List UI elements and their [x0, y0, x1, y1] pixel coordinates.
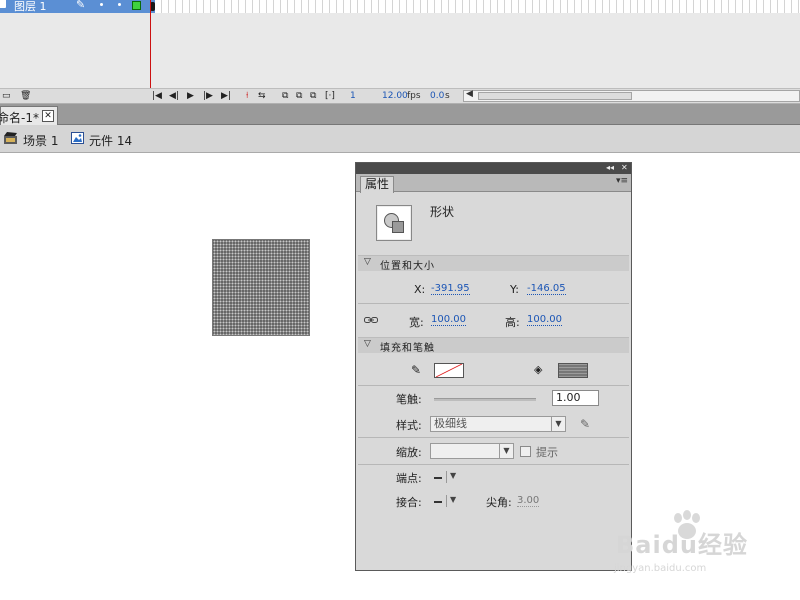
step-forward-icon[interactable]: |▶ — [203, 91, 213, 102]
stroke-width-slider[interactable] — [434, 398, 536, 401]
chevron-down-icon[interactable]: ▼ — [551, 417, 565, 431]
panel-title-bar[interactable]: ◂◂ ✕ — [356, 163, 631, 174]
breadcrumb-symbol[interactable]: 元件 14 — [89, 132, 132, 149]
join-label: 接合: — [396, 496, 422, 509]
onion-skin-icon[interactable]: ⧉ — [282, 91, 288, 102]
watermark: Baidu经验 jingyan.baidu.com — [612, 510, 782, 580]
style-label: 样式: — [396, 419, 422, 432]
fill-color-swatch[interactable] — [558, 363, 588, 378]
y-value[interactable]: -146.05 — [527, 283, 566, 295]
section-title: 位置和大小 — [380, 261, 435, 272]
edit-multiple-icon[interactable]: ⧉ — [310, 91, 316, 102]
watermark-url: jingyan.baidu.com — [614, 563, 707, 574]
frame-strip[interactable] — [150, 0, 800, 13]
divider — [358, 464, 629, 465]
stroke-color-swatch[interactable] — [434, 363, 464, 378]
scale-select[interactable]: ▼ — [430, 443, 514, 459]
join-style-select[interactable]: ▼ — [434, 494, 464, 508]
instance-type-label: 形状 — [430, 205, 455, 219]
lock-dot-icon[interactable] — [118, 3, 121, 6]
panel-menu-icon[interactable]: ▾≡ — [616, 176, 628, 186]
chevron-down-icon[interactable]: ▼ — [499, 444, 513, 458]
new-layer-icon[interactable]: ▭ — [2, 91, 11, 102]
panel-tab-row: 属性 ▾≡ — [356, 174, 631, 193]
stroke-pencil-icon: ✎ — [411, 363, 422, 377]
center-frame-icon[interactable]: ⍿ — [246, 91, 248, 102]
elapsed-unit: s — [445, 91, 450, 101]
miter-label: 尖角: — [486, 496, 512, 509]
onion-outline-icon[interactable]: ⧉ — [296, 91, 302, 102]
height-label: 高: — [505, 316, 520, 329]
elapsed-time: 0.0 — [430, 91, 445, 101]
playhead[interactable] — [150, 0, 151, 88]
last-frame-icon[interactable]: ▶| — [221, 91, 231, 102]
hint-label: 提示 — [536, 446, 558, 459]
step-back-icon[interactable]: ◀| — [169, 91, 179, 102]
outline-color-icon[interactable] — [132, 1, 141, 10]
document-tab[interactable]: 命名-1* ✕ — [0, 106, 58, 125]
divider — [358, 437, 629, 438]
scroll-thumb[interactable] — [478, 92, 632, 100]
visibility-dot-icon[interactable] — [100, 3, 103, 6]
first-frame-icon[interactable]: |◀ — [152, 91, 162, 102]
close-panel-icon[interactable]: ✕ — [621, 163, 628, 173]
collapse-triangle-icon[interactable]: ▽ — [364, 339, 371, 349]
play-icon[interactable]: ▶ — [187, 91, 194, 102]
divider — [358, 303, 629, 304]
selected-shape[interactable] — [212, 239, 310, 336]
section-fill-stroke[interactable]: ▽ 填充和笔触 — [358, 337, 629, 354]
edit-bar: 场景 1 元件 14 — [0, 125, 800, 153]
properties-panel: ◂◂ ✕ 属性 ▾≡ 形状 ▽ 位置和大小 X: -391.95 Y: -146… — [355, 162, 632, 571]
current-frame[interactable]: 1 — [350, 91, 356, 102]
watermark-brand: Baidu经验 — [616, 531, 748, 559]
fps-unit: fps — [407, 91, 421, 101]
link-proportions-icon[interactable] — [364, 315, 378, 325]
frame-rate[interactable]: 12.00 — [382, 91, 408, 102]
symbol-icon — [71, 132, 84, 144]
layer-icon — [0, 0, 6, 8]
width-label: 宽: — [409, 316, 424, 329]
miter-value[interactable]: 3.00 — [517, 495, 540, 507]
breadcrumb-scene[interactable]: 场景 1 — [23, 132, 58, 149]
cap-style-select[interactable]: ▼ — [434, 470, 464, 484]
delete-layer-icon[interactable]: 🗑 — [20, 91, 31, 102]
stroke-style-select[interactable]: 极细线 ▼ — [430, 416, 566, 432]
stroke-width-input[interactable]: 1.00 — [552, 390, 599, 406]
section-title: 填充和笔触 — [380, 343, 435, 354]
stroke-style-value: 极细线 — [434, 417, 467, 430]
onion-markers-icon[interactable]: [·] — [325, 91, 335, 102]
chevron-down-icon[interactable]: ▼ — [450, 471, 456, 480]
height-value[interactable]: 100.00 — [527, 314, 562, 326]
tab-properties[interactable]: 属性 — [360, 176, 394, 193]
divider — [358, 385, 629, 386]
scroll-left-icon[interactable]: ◀ — [466, 89, 473, 99]
width-value[interactable]: 100.00 — [431, 314, 466, 326]
document-tab-bar: 命名-1* ✕ — [0, 104, 800, 125]
section-position-size[interactable]: ▽ 位置和大小 — [358, 255, 629, 272]
edit-stroke-style-icon[interactable]: ✎ — [580, 417, 590, 431]
scene-clapper-icon — [4, 132, 17, 144]
pencil-icon[interactable]: ✎ — [76, 0, 85, 11]
loop-icon[interactable]: ⇆ — [258, 91, 266, 102]
fill-bucket-icon: ◈ — [534, 363, 543, 376]
collapse-panel-icon[interactable]: ◂◂ — [606, 163, 614, 173]
shape-type-icon — [376, 205, 412, 241]
document-title[interactable]: 命名-1* — [0, 109, 39, 126]
hint-checkbox[interactable] — [520, 446, 531, 457]
layer-name[interactable]: 图层 1 — [14, 0, 47, 14]
y-label: Y: — [510, 283, 519, 296]
x-value[interactable]: -391.95 — [431, 283, 470, 295]
chevron-down-icon[interactable]: ▼ — [450, 495, 456, 504]
timeline-scrollbar[interactable]: ◀ — [463, 89, 800, 102]
layer-row[interactable]: 图层 1 ✎ — [0, 0, 155, 13]
timeline-panel: 图层 1 ✎ ▭ 🗑 |◀ ◀| ▶ |▶ ▶| ⍿ ⇆ ⧉ ⧉ ⧉ [·] 1… — [0, 0, 800, 104]
collapse-triangle-icon[interactable]: ▽ — [364, 257, 371, 267]
x-label: X: — [414, 283, 426, 296]
scale-label: 缩放: — [396, 446, 422, 459]
close-icon[interactable]: ✕ — [42, 110, 54, 122]
stroke-label: 笔触: — [396, 393, 422, 406]
timeline-controls: ▭ 🗑 |◀ ◀| ▶ |▶ ▶| ⍿ ⇆ ⧉ ⧉ ⧉ [·] 1 12.00 … — [0, 88, 800, 104]
cap-label: 端点: — [396, 472, 422, 485]
